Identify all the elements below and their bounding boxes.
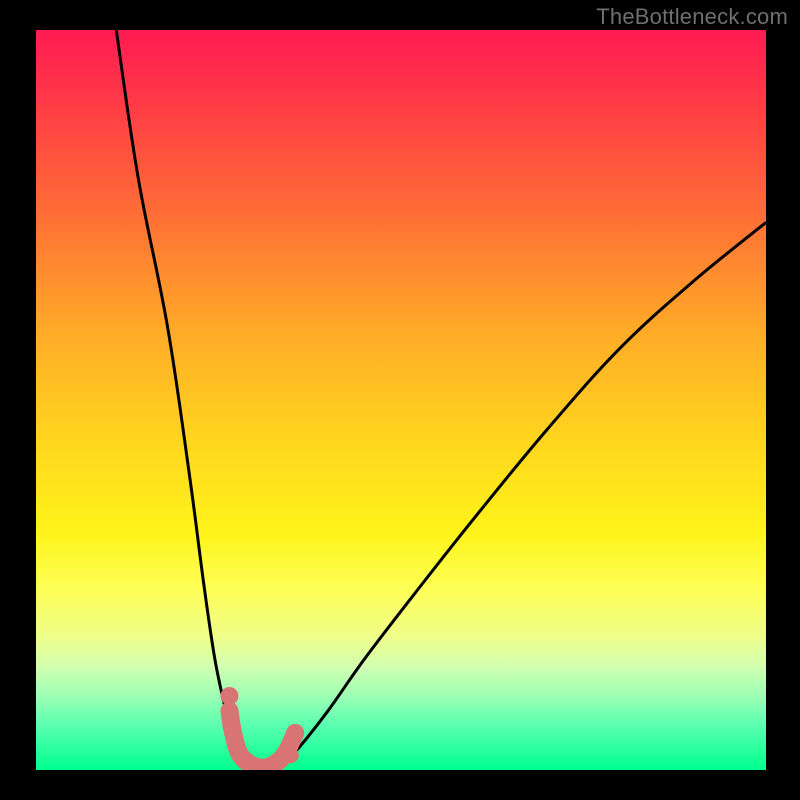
left-curve-path xyxy=(116,30,269,770)
right-curve-path xyxy=(270,222,766,770)
marker-dot xyxy=(286,724,304,742)
marker-dot xyxy=(220,687,238,705)
marker-dot xyxy=(283,747,299,763)
marker-dot xyxy=(223,717,241,735)
chart-frame: TheBottleneck.com xyxy=(0,0,800,800)
plot-area xyxy=(36,30,766,770)
watermark-text: TheBottleneck.com xyxy=(596,4,788,30)
curve-layer xyxy=(36,30,766,770)
